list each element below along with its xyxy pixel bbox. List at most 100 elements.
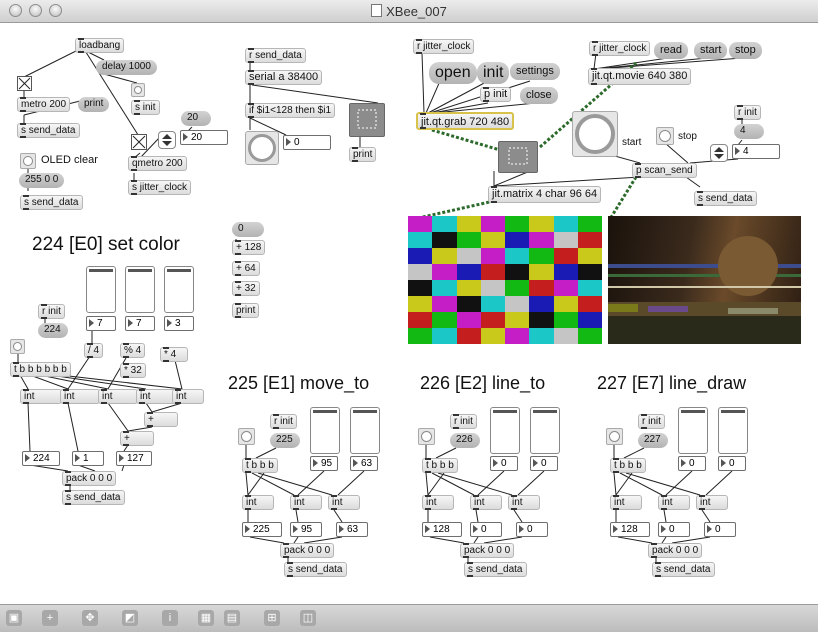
out-number-box[interactable]: 1 bbox=[72, 451, 104, 466]
trigger-bang-button[interactable] bbox=[418, 428, 435, 445]
out-number-box[interactable]: 0 bbox=[516, 522, 548, 537]
msg-code[interactable]: 226 bbox=[450, 433, 480, 448]
msg-code[interactable]: 227 bbox=[638, 433, 668, 448]
int-object[interactable]: int bbox=[696, 495, 728, 510]
pack-object[interactable]: pack 0 0 0 bbox=[62, 471, 117, 486]
send-data-object[interactable]: s send_data bbox=[694, 191, 757, 206]
int-object[interactable]: int bbox=[172, 389, 204, 404]
y-slider[interactable] bbox=[350, 407, 380, 454]
send-data-object[interactable]: s send_data bbox=[20, 195, 83, 210]
int-object[interactable]: int bbox=[328, 495, 360, 510]
x-number-box[interactable]: 0 bbox=[490, 456, 518, 471]
trigger-object[interactable]: t b b b b b b bbox=[10, 362, 71, 377]
int-object[interactable]: int bbox=[610, 495, 642, 510]
trigger-bang-button[interactable] bbox=[606, 428, 623, 445]
num-20-message[interactable]: 20 bbox=[181, 111, 211, 126]
int-object[interactable]: int bbox=[658, 495, 690, 510]
serial-subpatch-box[interactable] bbox=[349, 103, 385, 137]
delay-message[interactable]: delay 1000 bbox=[96, 60, 157, 75]
settings-message[interactable]: settings bbox=[510, 63, 560, 80]
trigger-object[interactable]: t b b b bbox=[242, 458, 278, 473]
out-number-box[interactable]: 224 bbox=[22, 451, 60, 466]
layers-icon[interactable]: ▤ bbox=[224, 610, 240, 626]
qmetro-object[interactable]: qmetro 200 bbox=[128, 156, 187, 171]
x-slider[interactable] bbox=[490, 407, 520, 454]
int-object[interactable]: int bbox=[20, 389, 62, 404]
out-number-box[interactable]: 127 bbox=[116, 451, 152, 466]
x-number-box[interactable]: 0 bbox=[678, 456, 706, 471]
r-send-data-object[interactable]: r send_data bbox=[245, 48, 306, 63]
int-object[interactable]: int bbox=[242, 495, 274, 510]
if-expression-object[interactable]: if $i1<128 then $i1 bbox=[245, 103, 336, 118]
split-icon[interactable]: ◫ bbox=[300, 610, 316, 626]
mod-4-object[interactable]: % 4 bbox=[120, 343, 146, 358]
set-color-bang-button[interactable] bbox=[10, 339, 25, 354]
info-icon[interactable]: i bbox=[162, 610, 178, 626]
init-message[interactable]: init bbox=[477, 62, 510, 84]
loadbang-object[interactable]: loadbang bbox=[75, 38, 125, 53]
rate-number-box[interactable]: 20 bbox=[180, 130, 228, 145]
send-data-object[interactable]: s send_data bbox=[652, 562, 715, 577]
msg-255-0-0[interactable]: 255 0 0 bbox=[19, 173, 65, 188]
serial-number-box[interactable]: 0 bbox=[283, 135, 331, 150]
r-init-object[interactable]: r init bbox=[270, 414, 297, 429]
read-message[interactable]: read bbox=[654, 42, 689, 59]
x-number-box[interactable]: 95 bbox=[310, 456, 338, 471]
y-number-box[interactable]: 0 bbox=[530, 456, 558, 471]
pack-object[interactable]: pack 0 0 0 bbox=[460, 543, 515, 558]
snap-icon[interactable]: ⊞ bbox=[264, 610, 280, 626]
y-number-box[interactable]: 63 bbox=[350, 456, 378, 471]
jit-matrix-object[interactable]: jit.matrix 4 char 96 64 bbox=[488, 186, 602, 203]
divide-4-object[interactable]: / 4 bbox=[84, 343, 104, 358]
x-slider[interactable] bbox=[310, 407, 340, 454]
send-data-object[interactable]: s send_data bbox=[17, 123, 80, 138]
send-data-object[interactable]: s send_data bbox=[464, 562, 527, 577]
pack-object[interactable]: pack 0 0 0 bbox=[648, 543, 703, 558]
plus-object[interactable]: + bbox=[120, 431, 154, 446]
y-slider[interactable] bbox=[718, 407, 748, 454]
serial-object[interactable]: serial a 38400 bbox=[245, 70, 323, 85]
int-object[interactable]: int bbox=[422, 495, 454, 510]
out-number-box[interactable]: 0 bbox=[658, 522, 690, 537]
out-number-box[interactable]: 0 bbox=[470, 522, 502, 537]
grid-icon[interactable]: ▦ bbox=[198, 610, 214, 626]
stop-message[interactable]: stop bbox=[729, 42, 762, 59]
print-message[interactable]: print bbox=[78, 97, 110, 112]
green-number-box[interactable]: 7 bbox=[125, 316, 155, 331]
add-object-icon[interactable]: + bbox=[42, 610, 58, 626]
int-object[interactable]: int bbox=[60, 389, 100, 404]
open-message[interactable]: open bbox=[429, 62, 477, 84]
msg-0[interactable]: 0 bbox=[232, 222, 264, 237]
jit-qt-movie-object[interactable]: jit.qt.movie 640 380 bbox=[588, 68, 692, 85]
p-init-object[interactable]: p init bbox=[480, 87, 512, 102]
send-data-object[interactable]: s send_data bbox=[62, 490, 125, 505]
y-number-box[interactable]: 0 bbox=[718, 456, 746, 471]
multiply-4-object[interactable]: * 4 bbox=[160, 347, 188, 362]
out-number-box[interactable]: 63 bbox=[336, 522, 368, 537]
close-message[interactable]: close bbox=[520, 87, 558, 104]
out-number-box[interactable]: 128 bbox=[422, 522, 462, 537]
start-message[interactable]: start bbox=[694, 42, 728, 59]
msg-code[interactable]: 225 bbox=[270, 433, 300, 448]
print-object[interactable]: print bbox=[349, 147, 377, 162]
p-scan-send-object[interactable]: p scan_send bbox=[632, 163, 697, 178]
out-number-box[interactable]: 95 bbox=[290, 522, 322, 537]
plus-object[interactable]: + bbox=[144, 412, 178, 427]
pack-object[interactable]: pack 0 0 0 bbox=[280, 543, 335, 558]
int-object[interactable]: int bbox=[136, 389, 176, 404]
red-number-box[interactable]: 7 bbox=[86, 316, 116, 331]
trigger-object[interactable]: t b b b bbox=[610, 458, 646, 473]
r-init-object[interactable]: r init bbox=[638, 414, 665, 429]
metro-object[interactable]: metro 200 bbox=[17, 97, 71, 112]
multiply-32-object[interactable]: * 32 bbox=[120, 363, 146, 378]
lock-icon[interactable]: ▣ bbox=[6, 610, 22, 626]
int-object[interactable]: int bbox=[508, 495, 540, 510]
send-data-object[interactable]: s send_data bbox=[284, 562, 347, 577]
patcher-canvas[interactable]: loadbang delay 1000 metro 200 print s in… bbox=[0, 23, 818, 604]
oled-clear-bang-button[interactable] bbox=[20, 153, 36, 169]
out-number-box[interactable]: 225 bbox=[242, 522, 282, 537]
init-bang-button[interactable] bbox=[131, 83, 145, 97]
int-object[interactable]: int bbox=[290, 495, 322, 510]
x-slider[interactable] bbox=[678, 407, 708, 454]
s-jitter-clock-object[interactable]: s jitter_clock bbox=[128, 180, 192, 195]
